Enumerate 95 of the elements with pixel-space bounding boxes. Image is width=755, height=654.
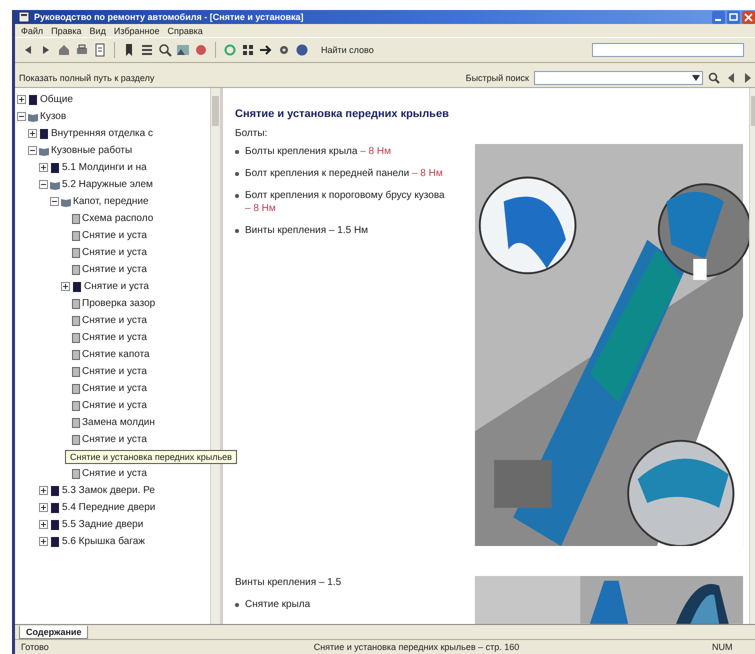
tree-item[interactable]: 5.2 Наружные элем <box>62 179 153 190</box>
expand-icon[interactable] <box>39 163 48 172</box>
tree-item[interactable]: Снятие капота <box>82 349 150 360</box>
tooltip[interactable]: Снятие и установка передних крыльев <box>65 450 237 464</box>
book-icon <box>39 128 49 138</box>
tree-item[interactable]: Схема располо <box>82 213 154 224</box>
expand-icon[interactable] <box>39 503 48 512</box>
expand-icon[interactable] <box>39 537 48 546</box>
expand-icon[interactable] <box>61 282 70 291</box>
tree-item[interactable]: Внутренняя отделка с <box>51 128 153 139</box>
tree-item[interactable]: Снятие и уста <box>82 468 147 479</box>
tree-item[interactable]: Замена молдин <box>82 417 155 428</box>
app-icon <box>18 11 30 23</box>
list-icon[interactable] <box>140 43 154 57</box>
tree-item[interactable]: 5.1 Молдинги и на <box>62 162 147 173</box>
tab[interactable]: Содержание <box>19 626 88 639</box>
search-icon[interactable] <box>708 72 720 84</box>
tree-item[interactable]: 5.5 Задние двери <box>62 519 144 530</box>
minimize-button[interactable] <box>712 10 725 24</box>
document-icon[interactable] <box>93 43 107 57</box>
window-title: Руководство по ремонту автомобиля - [Снятие и установка] <box>34 12 305 22</box>
menu-item[interactable]: Избранное <box>114 26 160 36</box>
bullet-icon <box>235 172 239 176</box>
tree-item[interactable]: Снятие и уста <box>82 264 147 275</box>
tree-item[interactable]: Снятие и уста <box>82 315 147 326</box>
open-book-icon <box>28 112 38 122</box>
search-field[interactable] <box>592 43 744 57</box>
tree-item[interactable]: Снятие и уста <box>82 332 147 343</box>
tree-item[interactable]: Снятие и уста <box>82 383 147 394</box>
help-icon[interactable] <box>295 43 309 57</box>
status-text: NUM <box>711 642 734 652</box>
article-heading: Снятие и установка передних крыльев <box>235 108 450 120</box>
menu-item[interactable]: Файл <box>21 26 44 36</box>
list-text: Болт крепления к пороговому брусу кузова – 8 Нм <box>245 189 446 215</box>
expand-icon[interactable] <box>39 520 48 529</box>
print-icon[interactable] <box>75 43 89 57</box>
link[interactable]: – 8 Нм <box>412 168 443 179</box>
collapse-icon[interactable] <box>50 197 59 206</box>
tree-item[interactable]: Кузовные работы <box>51 145 132 156</box>
collapse-icon[interactable] <box>17 112 26 121</box>
book-icon <box>50 162 60 172</box>
bullet-icon <box>235 194 239 198</box>
tree-item[interactable]: Снятие и уста <box>84 281 149 292</box>
page-icon <box>72 468 80 478</box>
gear-icon[interactable] <box>277 43 291 57</box>
menu-item[interactable]: Справка <box>167 26 203 36</box>
tree-item[interactable]: 5.4 Передние двери <box>62 502 156 513</box>
menu-item[interactable]: Вид <box>90 26 106 36</box>
menu-item[interactable]: Правка <box>51 26 82 36</box>
zoom-in-icon[interactable] <box>158 43 172 57</box>
path-label: Показать полный путь к разделу <box>19 73 154 83</box>
image-icon[interactable] <box>176 43 190 57</box>
quick-search-field[interactable] <box>534 71 703 85</box>
tree-item[interactable]: Кузов <box>40 111 66 122</box>
list-text: Винты крепления – 1.5 <box>235 576 342 589</box>
tree-item[interactable]: 5.6 Крышка багаж <box>62 536 145 547</box>
status-text: Готово <box>20 642 50 652</box>
status-text: Снятие и установка передних крыльев – стр. 160 <box>312 642 520 652</box>
subheading: Болты: <box>235 128 268 139</box>
grid-icon[interactable] <box>241 43 255 57</box>
close-button[interactable] <box>742 10 755 24</box>
link[interactable]: – 8 Нм <box>360 146 391 157</box>
scrollbar[interactable] <box>748 88 755 624</box>
expand-icon[interactable] <box>39 486 48 495</box>
maximize-button[interactable] <box>727 10 740 24</box>
search-label: Найти слово <box>321 45 374 55</box>
bullet-icon <box>235 229 239 233</box>
list-text: Болты крепления крыла – 8 Нм <box>245 145 391 158</box>
open-book-icon <box>39 146 49 156</box>
tree-item[interactable]: Проверка зазор <box>82 298 156 309</box>
home-icon[interactable] <box>57 43 71 57</box>
tree-item[interactable]: Капот, передние <box>73 196 149 207</box>
link[interactable]: – 8 Нм <box>245 203 276 214</box>
tree-item[interactable]: Снятие и уста <box>82 247 147 258</box>
expand-icon[interactable] <box>28 129 37 138</box>
bullet-icon <box>235 603 239 607</box>
tree-item[interactable]: 5.3 Замок двери. Ре <box>62 485 155 496</box>
tree-item[interactable]: Снятие и уста <box>82 400 147 411</box>
arrow-icon[interactable] <box>259 43 273 57</box>
list-text: Винты крепления – 1.5 Нм <box>245 224 368 237</box>
list-text: Снятие крыла <box>245 598 310 611</box>
stop-icon[interactable] <box>194 43 208 57</box>
tree-item[interactable]: Снятие и уста <box>82 434 147 445</box>
tree-item[interactable]: Снятие и уста <box>82 230 147 241</box>
dropdown-icon <box>692 75 700 81</box>
bullet-icon <box>235 150 239 154</box>
collapse-icon[interactable] <box>39 180 48 189</box>
tree-item[interactable]: Общие <box>40 94 73 105</box>
collapse-icon[interactable] <box>28 146 37 155</box>
quick-search-label: Быстрый поиск <box>466 73 529 83</box>
tree-item[interactable]: Снятие и уста <box>82 366 147 377</box>
expand-icon[interactable] <box>17 95 26 104</box>
book-icon <box>28 94 38 104</box>
book-icon <box>72 282 82 292</box>
list-text: Болт крепления к передней панели – 8 Нм <box>245 167 443 180</box>
